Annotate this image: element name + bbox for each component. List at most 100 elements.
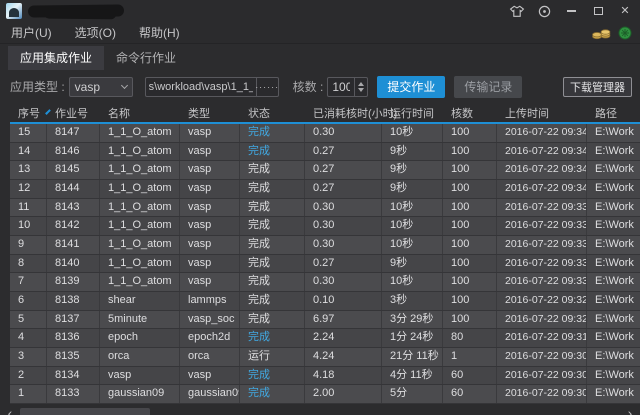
cell-type: vasp [180,124,240,142]
table-row[interactable]: 981411_1_O_atomvasp完成0.3010秒1002016-07-2… [10,236,640,255]
cell-runtime: 3分 29秒 [382,311,443,329]
cell-status: 完成 [240,255,305,273]
col-header-cores[interactable]: 核数 [443,105,497,121]
table-row[interactable]: 581375minutevasp_soc完成6.973分 29秒1002016-… [10,311,640,330]
cell-type: vasp [180,255,240,273]
col-header-uploaded[interactable]: 上传时间 [497,105,587,121]
table-row[interactable]: 28134vaspvasp完成4.184分 11秒602016-07-22 09… [10,367,640,386]
close-button[interactable]: ✕ [616,3,634,19]
cell-runtime: 3秒 [382,292,443,310]
col-header-seq[interactable]: 序号 [10,105,47,121]
cell-uploaded: 2016-07-22 09:32:15 [497,311,587,329]
col-header-hours[interactable]: 已消耗核时(小时) [305,105,382,121]
col-header-runtime[interactable]: 运行时间 [382,105,443,121]
cell-path: E:\Work [587,329,640,347]
menu-help[interactable]: 帮助(H) [132,22,187,43]
col-header-path[interactable]: 路径 [587,105,640,121]
cell-hours: 0.30 [305,199,382,217]
menu-options[interactable]: 选项(O) [68,22,123,43]
table-row[interactable]: 881401_1_O_atomvasp完成0.279秒1002016-07-22… [10,255,640,274]
menu-user[interactable]: 用户(U) [4,22,59,43]
cell-uploaded: 2016-07-22 09:30:52 [497,348,587,366]
col-header-job[interactable]: 作业号 [47,105,100,121]
maximize-button[interactable] [589,3,607,19]
table-row[interactable]: 1281441_1_O_atomvasp完成0.279秒1002016-07-2… [10,180,640,199]
cell-type: epoch2d [180,329,240,347]
cell-cores: 1 [443,348,497,366]
coins-icon[interactable] [592,26,612,40]
col-header-name[interactable]: 名称 [100,105,180,121]
table-row[interactable]: 18133gaussian09gaussian09完成2.005分602016-… [10,385,640,404]
table-row[interactable]: 1181431_1_O_atomvasp完成0.3010秒1002016-07-… [10,199,640,218]
cell-seq: 1 [10,385,47,403]
cores-input[interactable] [328,78,354,96]
cell-runtime: 5分 [382,385,443,403]
cell-cores: 100 [443,217,497,235]
table-body: 1581471_1_O_atomvasp完成0.3010秒1002016-07-… [10,124,640,404]
cell-type: vasp [180,273,240,291]
cell-type: vasp [180,161,240,179]
minimize-button[interactable] [562,3,580,19]
table-row[interactable]: 1081421_1_O_atomvasp完成0.3010秒1002016-07-… [10,217,640,236]
titlebar: ✕ [0,0,640,22]
cell-path: E:\Work [587,255,640,273]
cell-type: vasp [180,180,240,198]
app-window: ✕ 用户(U) 选项(O) 帮助(H) [0,0,640,415]
col-header-label: 状态 [248,105,270,121]
table-row[interactable]: 1381451_1_O_atomvasp完成0.279秒1002016-07-2… [10,161,640,180]
col-header-label: 类型 [188,105,210,121]
about-icon[interactable] [535,3,553,19]
col-header-type[interactable]: 类型 [180,105,240,121]
cell-path: E:\Work [587,292,640,310]
skin-icon[interactable] [508,3,526,19]
cell-hours: 0.27 [305,143,382,161]
cell-type: lammps [180,292,240,310]
cell-name: 1_1_O_atom [100,143,180,161]
job-submit-form: 应用类型 : vasp ······ 核数 : 提交作业 传输记录 下载管理器 [0,70,640,104]
col-header-status[interactable]: 状态 [240,105,305,121]
scroll-left-icon[interactable]: ‹ [4,407,16,415]
app-type-select[interactable]: vasp [69,77,133,97]
cell-seq: 11 [10,199,47,217]
cell-path: E:\Work [587,217,640,235]
table-row[interactable]: 48136epochepoch2d完成2.241分 24秒802016-07-2… [10,329,640,348]
table-row[interactable]: 1581471_1_O_atomvasp完成0.3010秒1002016-07-… [10,124,640,143]
scrollbar-thumb[interactable] [20,408,150,415]
cell-path: E:\Work [587,180,640,198]
tab-app-integrated-jobs[interactable]: 应用集成作业 [8,46,104,70]
browse-button[interactable]: ······ [256,78,278,96]
workload-path-input[interactable] [146,78,256,96]
cores-spinner[interactable] [354,78,367,96]
cell-path: E:\Work [587,385,640,403]
app-type-value: vasp [75,80,100,94]
chevron-down-icon [121,81,128,88]
credit-icon[interactable] [618,26,632,40]
scroll-right-icon[interactable]: › [624,407,636,415]
transfer-records-button[interactable]: 传输记录 [454,76,522,98]
cell-seq: 2 [10,367,47,385]
table-row[interactable]: 1481461_1_O_atomvasp完成0.279秒1002016-07-2… [10,143,640,162]
table-row[interactable]: 68138shearlammps完成0.103秒1002016-07-22 09… [10,292,640,311]
table-row[interactable]: 38135orcaorca运行4.2421分 11秒12016-07-22 09… [10,348,640,367]
cell-hours: 0.27 [305,161,382,179]
cell-status: 完成 [240,292,305,310]
cell-status: 完成 [240,180,305,198]
submit-job-button[interactable]: 提交作业 [377,76,445,98]
cell-seq: 9 [10,236,47,254]
cell-status: 完成 [240,367,305,385]
cores-stepper [327,77,368,97]
cell-name: gaussian09 [100,385,180,403]
cell-runtime: 10秒 [382,124,443,142]
cell-cores: 100 [443,180,497,198]
col-header-label: 上传时间 [505,105,549,121]
cell-path: E:\Work [587,124,640,142]
workload-path-group: ······ [145,77,279,97]
download-manager-button[interactable]: 下载管理器 [563,77,632,97]
cell-cores: 100 [443,199,497,217]
cell-path: E:\Work [587,143,640,161]
cell-runtime: 9秒 [382,255,443,273]
tab-command-line-jobs[interactable]: 命令行作业 [104,46,188,70]
app-icon [6,3,22,19]
cell-type: vasp_soc [180,311,240,329]
table-row[interactable]: 781391_1_O_atomvasp完成0.3010秒1002016-07-2… [10,273,640,292]
